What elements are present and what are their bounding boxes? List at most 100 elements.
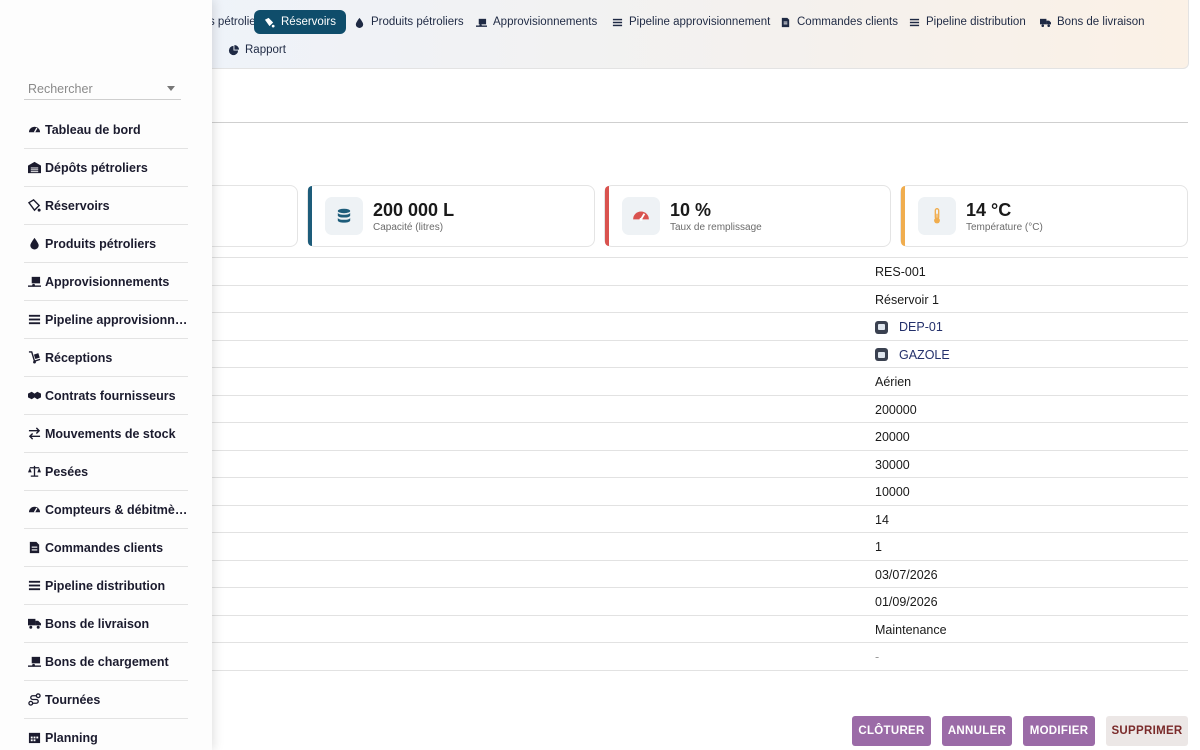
nav-tab-bons-livraison[interactable]: Bons de livraison: [1030, 10, 1155, 34]
sidebar-item-label: Produits pétroliers: [45, 236, 157, 251]
sidebar-menu: Tableau de bord Dépôts pétroliers Réserv…: [24, 111, 188, 750]
sidebar-item-label: Planning: [45, 730, 98, 745]
supprimer-button[interactable]: SUPPRIMER: [1106, 716, 1188, 746]
sidebar-item-depots[interactable]: Dépôts pétroliers: [24, 149, 188, 187]
sidebar-item-label: Bons de chargement: [45, 654, 169, 669]
sidebar-item-approvisionnements[interactable]: Approvisionnements: [24, 263, 188, 301]
card-value: 200 000 L: [373, 199, 455, 220]
sidebar-item-label: Tournées: [45, 692, 101, 707]
field-value: 20000: [875, 430, 910, 444]
nav-tab-label: Pipeline approvisionnement: [629, 16, 771, 28]
stat-card-temperature: 14 °C Température (°C): [900, 185, 1188, 247]
file-lines-icon: [29, 541, 40, 554]
detail-row-threshold-low: 10000: [212, 478, 1188, 506]
detail-row-code: RES-001: [212, 258, 1188, 286]
stat-card-capacity: 200 000 L Capacité (litres): [307, 185, 595, 247]
record-icon: [875, 320, 888, 334]
nav-tab-approvisionnements[interactable]: Approvisionnements: [466, 10, 607, 34]
file-lines-icon: [781, 17, 790, 27]
sidebar-item-label: Tableau de bord: [45, 122, 141, 137]
calendar-icon: [28, 732, 41, 744]
sidebar-item-bons-livraison[interactable]: Bons de livraison: [24, 605, 188, 643]
gauge-icon: [28, 506, 41, 513]
nav-tab-pipeline-appro[interactable]: Pipeline approvisionnement: [602, 10, 780, 34]
bars-icon: [28, 580, 41, 591]
truck-ramp-icon: [28, 656, 41, 667]
sidebar-item-pipeline-distribution[interactable]: Pipeline distribution: [24, 567, 188, 605]
detail-row-notes: -: [212, 643, 1188, 671]
search-input[interactable]: [28, 81, 158, 96]
nav-tab-rapport[interactable]: Rapport: [218, 38, 296, 62]
product-link[interactable]: GAZOLE: [875, 348, 950, 362]
sidebar-item-bons-chargement[interactable]: Bons de chargement: [24, 643, 188, 681]
annuler-button[interactable]: ANNULER: [942, 716, 1012, 746]
truck-ramp-icon: [28, 276, 41, 287]
thermometer-icon: [934, 208, 940, 224]
sidebar-item-label: Contrats fournisseurs: [45, 388, 176, 403]
truck-ramp-icon: [476, 18, 487, 27]
dolly-icon: [28, 351, 41, 364]
sidebar-item-pipeline-approvisionnement[interactable]: Pipeline approvisionnement: [24, 301, 188, 339]
sidebar-search[interactable]: [24, 78, 181, 100]
route-icon: [28, 693, 41, 706]
chart-pie-icon: [228, 44, 239, 55]
field-value: -: [875, 650, 880, 664]
sidebar-item-label: Dépôts pétroliers: [45, 160, 148, 175]
sidebar-item-commandes-clients[interactable]: Commandes clients: [24, 529, 188, 567]
field-value: 10000: [875, 485, 910, 499]
field-value: 1: [875, 540, 882, 554]
nav-tab-label: Approvisionnements: [493, 16, 598, 28]
field-value: 14: [875, 512, 889, 527]
detail-row-depot: DEP-01: [212, 313, 1188, 341]
nav-tab-pipeline-distrib[interactable]: Pipeline distribution: [899, 10, 1036, 34]
field-value: 200000: [875, 402, 917, 417]
field-value: 03/07/2026: [875, 567, 938, 582]
sidebar-item-label: Approvisionnements: [45, 274, 170, 289]
field-value: Réservoir 1: [875, 292, 939, 307]
card-icon-box: [622, 197, 660, 235]
gauge-icon: [633, 211, 649, 221]
modifier-button[interactable]: MODIFIER: [1023, 716, 1095, 746]
nav-tab-produits[interactable]: Produits pétroliers: [344, 10, 474, 34]
nav-tab-reservoirs[interactable]: Réservoirs: [254, 10, 346, 34]
sidebar-item-produits[interactable]: Produits pétroliers: [24, 225, 188, 263]
field-value: 01/09/2026: [875, 595, 938, 609]
sidebar-item-mouvements-stock[interactable]: Mouvements de stock: [24, 415, 188, 453]
sidebar-item-compteurs[interactable]: Compteurs & débitmètres: [24, 491, 188, 529]
sidebar-item-label: Réceptions: [45, 350, 113, 365]
detail-row-capacity: 200000: [212, 396, 1188, 423]
sidebar-item-tableau-de-bord[interactable]: Tableau de bord: [24, 111, 188, 149]
card-accent-bar: [308, 186, 312, 246]
handshake-icon: [28, 391, 41, 400]
droplet-icon: [30, 237, 39, 250]
arrows-exchange-icon: [28, 427, 41, 440]
sidebar-item-reservoirs[interactable]: Réservoirs: [24, 187, 188, 225]
nav-tab-commandes[interactable]: Commandes clients: [770, 10, 908, 34]
nav-tab-label: Commandes clients: [797, 16, 898, 28]
nav-tab-label: Produits pétroliers: [371, 16, 464, 28]
sidebar-item-label: Réservoirs: [45, 198, 110, 213]
cloturer-button[interactable]: CLÔTURER: [852, 716, 931, 746]
depot-link[interactable]: DEP-01: [875, 320, 943, 334]
sidebar-item-label: Compteurs & débitmètres: [45, 502, 188, 517]
detail-row-product: GAZOLE: [212, 341, 1188, 368]
sidebar-item-label: Mouvements de stock: [45, 426, 176, 441]
detail-row-date-start: 03/07/2026: [212, 561, 1188, 588]
card-value: 10 %: [670, 199, 712, 220]
gauge-icon: [28, 126, 41, 133]
detail-row-count: 1: [212, 533, 1188, 561]
gas-pump-icon: [264, 17, 275, 28]
sidebar-item-planning[interactable]: Planning: [24, 719, 188, 750]
chevron-down-icon[interactable]: [167, 86, 175, 91]
sidebar-item-receptions[interactable]: Réceptions: [24, 339, 188, 377]
field-value: 30000: [875, 457, 910, 472]
sidebar-item-tournees[interactable]: Tournées: [24, 681, 188, 719]
truck-icon: [1040, 18, 1051, 27]
sidebar-item-pesees[interactable]: Pesées: [24, 453, 188, 491]
detail-row-status: Maintenance: [212, 616, 1188, 643]
detail-row-temperature: 14: [212, 506, 1188, 533]
header-divider: [212, 122, 1188, 123]
sidebar-item-contrats-fournisseurs[interactable]: Contrats fournisseurs: [24, 377, 188, 415]
detail-row-stock: 20000: [212, 423, 1188, 451]
field-value: RES-001: [875, 265, 926, 279]
